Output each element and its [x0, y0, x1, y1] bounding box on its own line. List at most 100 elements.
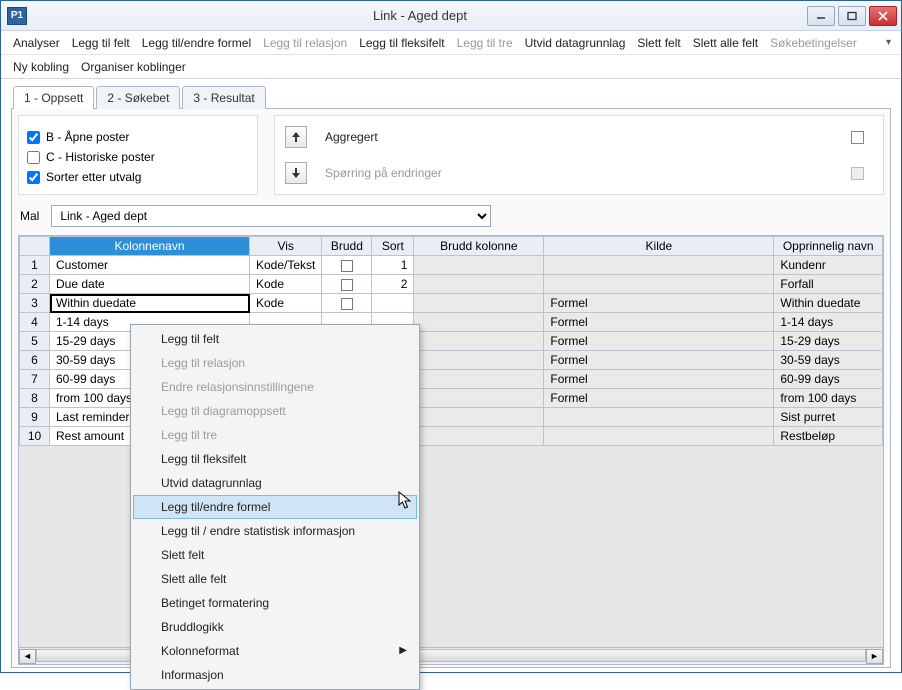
context-menu-item[interactable]: Legg til / endre statistisk informasjon [133, 519, 417, 543]
tab-resultat[interactable]: 3 - Resultat [182, 86, 265, 109]
chk-aggregert[interactable] [851, 131, 864, 144]
menu-ny-kobling[interactable]: Ny kobling [7, 57, 75, 77]
cell-kilde[interactable] [544, 427, 774, 446]
cell-vis[interactable]: Kode [250, 275, 322, 294]
brudd-checkbox[interactable] [341, 260, 353, 272]
col-vis[interactable]: Vis [250, 237, 322, 256]
cell-kolonnenavn[interactable]: Due date [50, 275, 250, 294]
context-menu-item[interactable]: Informasjon [133, 663, 417, 687]
cell-sort[interactable] [372, 294, 414, 313]
context-menu-item[interactable]: Betinget formatering [133, 591, 417, 615]
menu-legg-til-formel[interactable]: Legg til/endre formel [136, 33, 257, 53]
menu-sokebetingelser[interactable]: Søkebetingelser [764, 33, 863, 53]
brudd-checkbox[interactable] [341, 298, 353, 310]
col-kilde[interactable]: Kilde [544, 237, 774, 256]
cell-bruddkolonne[interactable] [414, 408, 544, 427]
context-menu-item[interactable]: Kolonneformat▶ [133, 639, 417, 663]
context-menu-item[interactable]: Slett felt [133, 543, 417, 567]
cell-kilde[interactable]: Formel [544, 294, 774, 313]
table-row[interactable]: 2Due dateKode2Forfall [20, 275, 883, 294]
cell-bruddkolonne[interactable] [414, 313, 544, 332]
menu-organiser-koblinger[interactable]: Organiser koblinger [75, 57, 192, 77]
cell-opprinnelig[interactable]: Sist purret [774, 408, 883, 427]
menu-utvid-datagrunnlag[interactable]: Utvid datagrunnlag [519, 33, 632, 53]
col-opprinnelig[interactable]: Opprinnelig navn [774, 237, 883, 256]
row-number[interactable]: 7 [20, 370, 50, 389]
cell-bruddkolonne[interactable] [414, 389, 544, 408]
cell-bruddkolonne[interactable] [414, 351, 544, 370]
tab-sokebet[interactable]: 2 - Søkebet [96, 86, 180, 109]
menu-legg-til-tre[interactable]: Legg til tre [451, 33, 519, 53]
cell-bruddkolonne[interactable] [414, 427, 544, 446]
cell-kilde[interactable]: Formel [544, 351, 774, 370]
row-number[interactable]: 6 [20, 351, 50, 370]
cell-opprinnelig[interactable]: Forfall [774, 275, 883, 294]
col-corner[interactable] [20, 237, 50, 256]
cell-kilde[interactable] [544, 275, 774, 294]
cell-bruddkolonne[interactable] [414, 332, 544, 351]
row-number[interactable]: 2 [20, 275, 50, 294]
cell-bruddkolonne[interactable] [414, 256, 544, 275]
minimize-button[interactable] [807, 6, 835, 26]
row-number[interactable]: 5 [20, 332, 50, 351]
scroll-right-button[interactable]: ► [866, 649, 883, 664]
cell-opprinnelig[interactable]: Kundenr [774, 256, 883, 275]
cell-kilde[interactable] [544, 408, 774, 427]
chk-sorter-etter-utvalg[interactable] [27, 171, 40, 184]
row-number[interactable]: 10 [20, 427, 50, 446]
menu-slett-felt[interactable]: Slett felt [631, 33, 686, 53]
brudd-checkbox[interactable] [341, 279, 353, 291]
maximize-button[interactable] [838, 6, 866, 26]
cell-kilde[interactable] [544, 256, 774, 275]
context-menu-item[interactable]: Bruddlogikk [133, 615, 417, 639]
row-number[interactable]: 8 [20, 389, 50, 408]
scroll-left-button[interactable]: ◄ [19, 649, 36, 664]
col-kolonnenavn[interactable]: Kolonnenavn [50, 237, 250, 256]
cell-brudd[interactable] [322, 294, 372, 313]
cell-vis[interactable]: Kode [250, 294, 322, 313]
move-up-button[interactable] [285, 126, 307, 148]
mal-select[interactable]: Link - Aged dept [51, 205, 491, 227]
menu-legg-til-relasjon[interactable]: Legg til relasjon [257, 33, 353, 53]
menu-slett-alle-felt[interactable]: Slett alle felt [687, 33, 764, 53]
cell-brudd[interactable] [322, 256, 372, 275]
cell-opprinnelig[interactable]: Within duedate [774, 294, 883, 313]
cell-opprinnelig[interactable]: 1-14 days [774, 313, 883, 332]
table-row[interactable]: 1CustomerKode/Tekst1Kundenr [20, 256, 883, 275]
cell-bruddkolonne[interactable] [414, 294, 544, 313]
context-menu-item[interactable]: Legg til fleksifelt [133, 447, 417, 471]
row-number[interactable]: 3 [20, 294, 50, 313]
row-number[interactable]: 1 [20, 256, 50, 275]
cell-vis[interactable]: Kode/Tekst [250, 256, 322, 275]
col-bruddkolonne[interactable]: Brudd kolonne [414, 237, 544, 256]
menu-legg-til-fleksifelt[interactable]: Legg til fleksifelt [353, 33, 450, 53]
col-sort[interactable]: Sort [372, 237, 414, 256]
chk-apne-poster[interactable] [27, 131, 40, 144]
cell-kolonnenavn[interactable]: Within duedate [50, 294, 250, 313]
cell-opprinnelig[interactable]: Restbeløp [774, 427, 883, 446]
context-menu-item[interactable]: Slett alle felt [133, 567, 417, 591]
context-menu-item[interactable]: Utvid datagrunnlag [133, 471, 417, 495]
cell-kilde[interactable]: Formel [544, 332, 774, 351]
row-number[interactable]: 4 [20, 313, 50, 332]
cell-kolonnenavn[interactable]: Customer [50, 256, 250, 275]
context-menu[interactable]: Legg til feltLegg til relasjonEndre rela… [130, 324, 420, 690]
menu-analyser[interactable]: Analyser [7, 33, 66, 53]
cell-opprinnelig[interactable]: from 100 days [774, 389, 883, 408]
close-button[interactable] [869, 6, 897, 26]
row-number[interactable]: 9 [20, 408, 50, 427]
cell-opprinnelig[interactable]: 30-59 days [774, 351, 883, 370]
cell-opprinnelig[interactable]: 60-99 days [774, 370, 883, 389]
menu-legg-til-felt[interactable]: Legg til felt [66, 33, 136, 53]
tab-oppsett[interactable]: 1 - Oppsett [13, 86, 94, 109]
context-menu-item[interactable]: Legg til/endre formel [133, 495, 417, 519]
move-down-button[interactable] [285, 162, 307, 184]
context-menu-item[interactable]: Legg til felt [133, 327, 417, 351]
menu-overflow-icon[interactable]: ▾ [882, 37, 895, 48]
cell-brudd[interactable] [322, 275, 372, 294]
cell-sort[interactable]: 1 [372, 256, 414, 275]
cell-opprinnelig[interactable]: 15-29 days [774, 332, 883, 351]
cell-bruddkolonne[interactable] [414, 275, 544, 294]
chk-historiske-poster[interactable] [27, 151, 40, 164]
cell-bruddkolonne[interactable] [414, 370, 544, 389]
